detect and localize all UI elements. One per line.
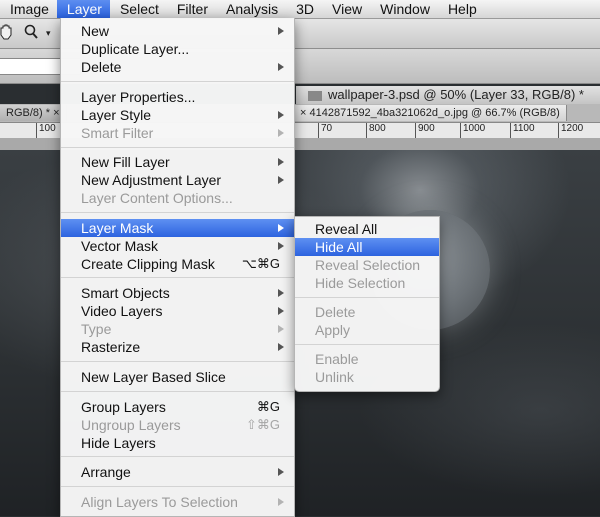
submenu-arrow-icon <box>278 325 284 333</box>
submenu-arrow-icon <box>278 158 284 166</box>
tab-document-1[interactable]: RGB/8) * × <box>0 105 67 121</box>
ruler-label: 800 <box>366 123 386 138</box>
menu-layer[interactable]: Layer <box>56 0 110 18</box>
ruler-label: 70 <box>318 123 332 138</box>
menu-separator <box>61 81 294 82</box>
submenu-arrow-icon <box>278 343 284 351</box>
tab-close-icon[interactable]: × <box>300 107 306 119</box>
zoom-icon[interactable] <box>24 24 38 44</box>
submenu-arrow-icon <box>278 307 284 315</box>
menu-help[interactable]: Help <box>438 0 485 18</box>
menu-window[interactable]: Window <box>370 0 438 18</box>
menu-item-delete[interactable]: Delete <box>61 58 294 76</box>
hand-icon[interactable] <box>0 24 12 44</box>
submenu-arrow-icon <box>278 27 284 35</box>
document-title-bar: wallpaper-3.psd @ 50% (Layer 33, RGB/8) … <box>296 86 600 104</box>
menu-item-mask-delete: Delete <box>315 304 356 320</box>
menu-item-mask-enable: Enable <box>315 351 359 367</box>
submenu-arrow-icon <box>278 468 284 476</box>
ruler-label: 100 <box>36 123 56 138</box>
submenu-arrow-icon <box>278 498 284 506</box>
menu-item-mask-unlink: Unlink <box>315 369 354 385</box>
menu-item-layer-properties[interactable]: Layer Properties... <box>61 88 294 106</box>
menu-item-hide-layers[interactable]: Hide Layers <box>61 434 294 452</box>
menubar: Image Layer Select Filter Analysis 3D Vi… <box>0 0 600 19</box>
ruler-label: 900 <box>415 123 435 138</box>
menu-select[interactable]: Select <box>110 0 167 18</box>
menu-item-hide-all[interactable]: Hide All <box>295 238 439 256</box>
submenu-arrow-icon <box>278 289 284 297</box>
tab-label: 4142871592_4ba321062d_o.jpg @ 66.7% (RGB… <box>309 107 560 119</box>
shortcut-label: ⌘G <box>256 399 280 414</box>
menu-item-mask-apply: Apply <box>315 322 351 338</box>
submenu-arrow-icon <box>278 176 284 184</box>
tab-label: RGB/8) * <box>6 107 51 119</box>
submenu-arrow-icon <box>278 242 284 250</box>
menu-separator <box>295 297 439 298</box>
menu-item-rasterize[interactable]: Rasterize <box>61 338 294 356</box>
menu-separator <box>61 456 294 457</box>
menu-item-reveal-selection: Reveal Selection <box>315 257 421 273</box>
menu-item-hide-selection: Hide Selection <box>315 275 406 291</box>
menu-item-new-adjustment-layer[interactable]: New Adjustment Layer <box>61 171 294 189</box>
ruler-label: 1000 <box>460 123 485 138</box>
menu-item-align-layers-to-selection: Align Layers To Selection <box>61 493 294 511</box>
menu-separator <box>61 147 294 148</box>
submenu-arrow-icon <box>278 224 284 232</box>
menu-item-group-layers[interactable]: Group Layers ⌘G <box>61 398 294 416</box>
menu-item-layer-content-options: Layer Content Options... <box>81 190 233 206</box>
menu-item-smart-filter: Smart Filter <box>61 124 294 142</box>
menu-3d[interactable]: 3D <box>286 0 322 18</box>
menu-item-ungroup-layers: Ungroup Layers ⇧⌘G <box>81 417 280 433</box>
shortcut-label: ⌥⌘G <box>241 256 280 271</box>
menu-item-new-fill-layer[interactable]: New Fill Layer <box>61 153 294 171</box>
tab-close-icon[interactable]: × <box>53 107 59 119</box>
menu-analysis[interactable]: Analysis <box>216 0 286 18</box>
submenu-arrow-icon <box>278 63 284 71</box>
ruler-label: 1200 <box>558 123 583 138</box>
menu-item-new[interactable]: New <box>61 22 294 40</box>
submenu-arrow-icon <box>278 129 284 137</box>
menu-item-duplicate-layer[interactable]: Duplicate Layer... <box>61 40 294 58</box>
menu-image[interactable]: Image <box>0 0 57 18</box>
tool-options-arrow-icon[interactable]: ▾ <box>46 28 51 39</box>
layer-mask-submenu: Reveal All Hide All Reveal Selection Hid… <box>294 216 440 392</box>
menu-item-new-layer-based-slice[interactable]: New Layer Based Slice <box>61 368 294 386</box>
menu-separator <box>295 344 439 345</box>
submenu-arrow-icon <box>278 111 284 119</box>
ruler-label: 1100 <box>510 123 535 138</box>
menu-item-smart-objects[interactable]: Smart Objects <box>61 284 294 302</box>
document-icon <box>308 90 322 101</box>
menu-item-vector-mask[interactable]: Vector Mask <box>61 237 294 255</box>
menu-separator <box>61 361 294 362</box>
menu-view[interactable]: View <box>322 0 370 18</box>
layer-menu: New Duplicate Layer... Delete Layer Prop… <box>60 18 295 517</box>
menu-item-reveal-all[interactable]: Reveal All <box>295 220 439 238</box>
menu-separator <box>61 277 294 278</box>
menu-separator <box>61 391 294 392</box>
tab-document-2[interactable]: × 4142871592_4ba321062d_o.jpg @ 66.7% (R… <box>294 105 567 121</box>
menu-item-create-clipping-mask[interactable]: Create Clipping Mask ⌥⌘G <box>61 255 294 273</box>
menu-filter[interactable]: Filter <box>167 0 216 18</box>
menu-item-layer-mask[interactable]: Layer Mask <box>61 219 294 237</box>
menu-item-layer-style[interactable]: Layer Style <box>61 106 294 124</box>
menu-separator <box>61 486 294 487</box>
menu-item-video-layers[interactable]: Video Layers <box>61 302 294 320</box>
menu-separator <box>61 212 294 213</box>
menu-item-arrange[interactable]: Arrange <box>61 463 294 481</box>
menu-item-type: Type <box>61 320 294 338</box>
document-title: wallpaper-3.psd @ 50% (Layer 33, RGB/8) … <box>328 87 584 102</box>
shortcut-label: ⇧⌘G <box>245 417 280 432</box>
